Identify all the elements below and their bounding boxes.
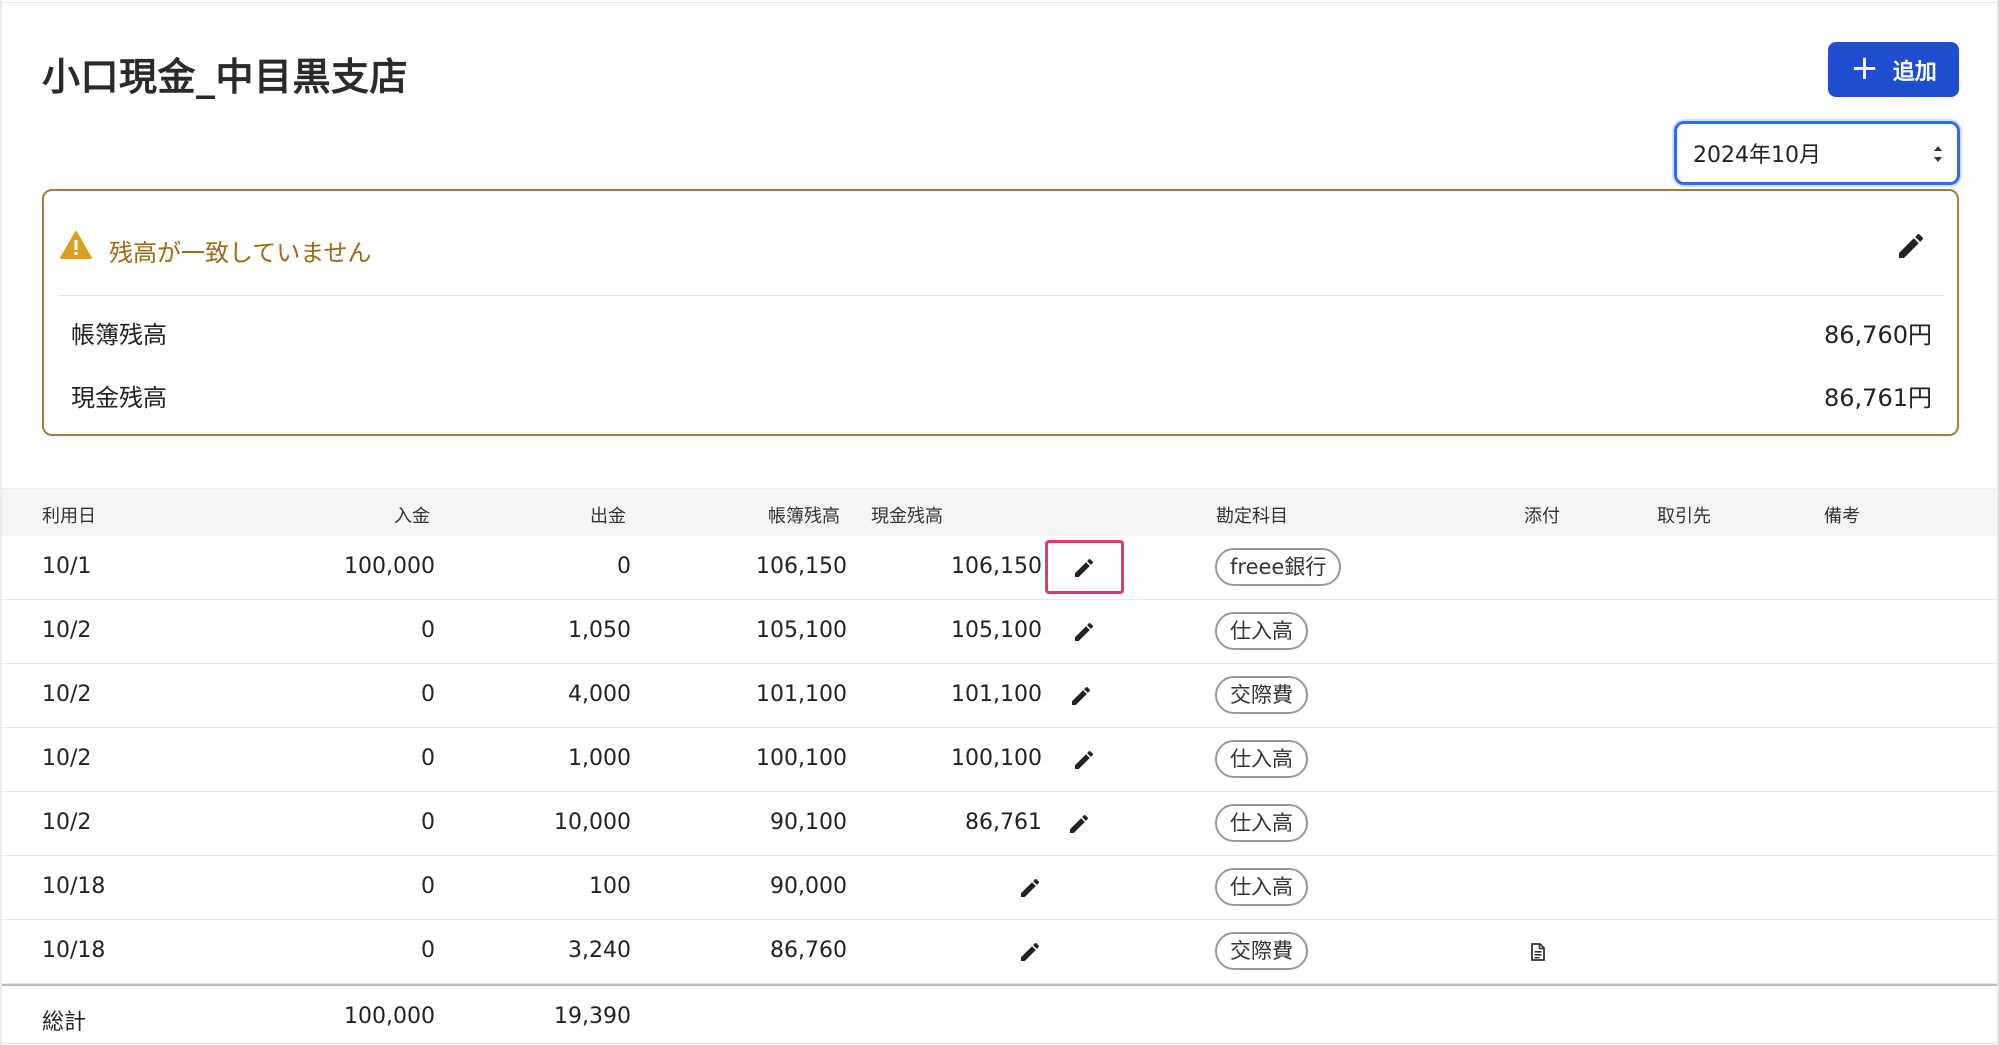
cell-deposit: 0 — [421, 618, 435, 643]
cash-balance-label: 現金残高 — [71, 384, 167, 412]
month-select[interactable]: 2024年10月 — [1674, 121, 1960, 185]
frame-top-border — [0, 2, 1999, 3]
pencil-icon[interactable] — [1067, 812, 1091, 836]
cell-withdrawal: 3,240 — [568, 938, 631, 963]
cell-date: 10/2 — [42, 618, 92, 643]
total-bottom-border — [2, 1043, 1997, 1044]
cash-balance-value: 86,761円 — [1824, 384, 1932, 412]
book-balance-row: 帳簿残高 86,760円 — [44, 309, 1957, 349]
cell-deposit: 0 — [421, 682, 435, 707]
account-tag[interactable]: 仕入高 — [1215, 612, 1308, 650]
total-withdrawal: 19,390 — [554, 1004, 631, 1029]
header-date[interactable]: 利用日 — [42, 502, 96, 528]
header-memo[interactable]: 備考 — [1824, 502, 1860, 528]
account-tag[interactable]: 交際費 — [1215, 676, 1308, 714]
cell-cash-balance: 106,150 — [951, 554, 1042, 579]
cell-withdrawal: 4,000 — [568, 682, 631, 707]
cell-book-balance: 90,100 — [770, 810, 847, 835]
book-balance-label: 帳簿残高 — [71, 321, 167, 349]
highlight-box — [1045, 540, 1124, 594]
warning-icon — [60, 231, 92, 259]
header-account[interactable]: 勘定科目 — [1216, 502, 1288, 528]
table-row[interactable]: 10/2 0 10,000 90,100 86,761 仕入高 — [2, 792, 1997, 856]
cell-deposit: 0 — [421, 938, 435, 963]
header-attachment[interactable]: 添付 — [1524, 502, 1560, 528]
cell-withdrawal: 0 — [617, 554, 631, 579]
plus-icon: + — [1850, 48, 1879, 88]
table-row[interactable]: 10/2 0 1,050 105,100 105,100 仕入高 — [2, 600, 1997, 664]
account-tag[interactable]: 交際費 — [1215, 932, 1308, 970]
app-frame: 小口現金_中目黒支店 + 追加 2024年10月 残高が一致していません 帳簿残… — [0, 0, 1999, 1045]
account-tag[interactable]: freee銀行 — [1215, 548, 1342, 586]
alert-header: 残高が一致していません — [44, 191, 1957, 295]
total-row: 総計 100,000 19,390 — [2, 984, 1997, 1045]
account-tag[interactable]: 仕入高 — [1215, 740, 1308, 778]
cell-book-balance: 106,150 — [756, 554, 847, 579]
cell-cash-balance: 86,761 — [965, 810, 1042, 835]
header-deposit[interactable]: 入金 — [394, 502, 430, 528]
cell-date: 10/1 — [42, 554, 92, 579]
cell-withdrawal: 100 — [589, 874, 631, 899]
balance-mismatch-alert: 残高が一致していません 帳簿残高 86,760円 現金残高 86,761円 — [42, 189, 1959, 436]
table-row[interactable]: 10/18 0 3,240 86,760 交際費 — [2, 920, 1997, 984]
pencil-icon[interactable] — [1018, 940, 1042, 964]
header-partner[interactable]: 取引先 — [1657, 502, 1711, 528]
cell-book-balance: 105,100 — [756, 618, 847, 643]
book-balance-value: 86,760円 — [1824, 321, 1932, 349]
cell-book-balance: 86,760 — [770, 938, 847, 963]
alert-message: 残高が一致していません — [109, 239, 372, 267]
total-label: 総計 — [42, 1010, 87, 1035]
alert-divider — [58, 295, 1944, 296]
account-tag[interactable]: 仕入高 — [1215, 804, 1308, 842]
cell-book-balance: 90,000 — [770, 874, 847, 899]
cell-cash-balance: 101,100 — [951, 682, 1042, 707]
header-withdrawal[interactable]: 出金 — [590, 502, 626, 528]
pencil-icon[interactable] — [1895, 230, 1927, 262]
cell-withdrawal: 1,050 — [568, 618, 631, 643]
sort-arrows-icon — [1934, 146, 1942, 162]
cell-deposit: 0 — [421, 810, 435, 835]
cell-deposit: 0 — [421, 746, 435, 771]
cell-withdrawal: 10,000 — [554, 810, 631, 835]
cell-date: 10/2 — [42, 682, 92, 707]
header-cash-balance[interactable]: 現金残高 — [871, 502, 943, 528]
cell-book-balance: 101,100 — [756, 682, 847, 707]
pencil-icon[interactable] — [1072, 620, 1096, 644]
table-row[interactable]: 10/2 0 1,000 100,100 100,100 仕入高 — [2, 728, 1997, 792]
cell-date: 10/18 — [42, 874, 106, 899]
cell-cash-balance: 100,100 — [951, 746, 1042, 771]
add-button-label: 追加 — [1892, 59, 1937, 85]
table-row[interactable]: 10/2 0 4,000 101,100 101,100 交際費 — [2, 664, 1997, 728]
cell-book-balance: 100,100 — [756, 746, 847, 771]
table-row[interactable]: 10/18 0 100 90,000 仕入高 — [2, 856, 1997, 920]
pencil-icon[interactable] — [1018, 876, 1042, 900]
header-book-balance[interactable]: 帳簿残高 — [768, 502, 840, 528]
month-select-value: 2024年10月 — [1693, 143, 1821, 168]
pencil-icon[interactable] — [1069, 684, 1093, 708]
table-header: 利用日 入金 出金 帳簿残高 現金残高 勘定科目 添付 取引先 備考 — [2, 488, 1997, 536]
cell-date: 10/2 — [42, 810, 92, 835]
cell-date: 10/2 — [42, 746, 92, 771]
page-title: 小口現金_中目黒支店 — [42, 55, 409, 99]
cell-deposit: 0 — [421, 874, 435, 899]
total-deposit: 100,000 — [344, 1004, 435, 1029]
pencil-icon[interactable] — [1072, 748, 1096, 772]
cell-withdrawal: 1,000 — [568, 746, 631, 771]
cash-balance-row: 現金残高 86,761円 — [44, 372, 1957, 412]
cell-cash-balance: 105,100 — [951, 618, 1042, 643]
account-tag[interactable]: 仕入高 — [1215, 868, 1308, 906]
add-button[interactable]: + 追加 — [1828, 42, 1959, 97]
cell-deposit: 100,000 — [344, 554, 435, 579]
table-row[interactable]: 10/1 100,000 0 106,150 106,150 freee銀行 — [2, 536, 1997, 600]
document-icon[interactable] — [1528, 942, 1548, 962]
cell-date: 10/18 — [42, 938, 106, 963]
